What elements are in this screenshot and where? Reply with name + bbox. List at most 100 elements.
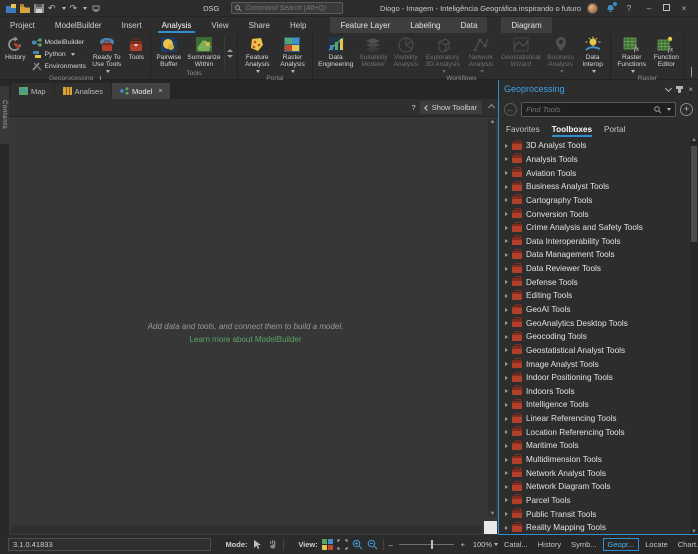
toolbar-collapse-button[interactable] <box>486 101 496 114</box>
modelbuilder-button[interactable]: ModelBuilder <box>29 36 90 48</box>
expand-arrow-icon[interactable] <box>505 321 508 325</box>
toolbox-item[interactable]: Reality Mapping Tools <box>499 521 698 534</box>
expand-arrow-icon[interactable] <box>505 185 508 189</box>
contents-pane-tab[interactable]: Contents <box>0 86 9 144</box>
user-avatar[interactable] <box>587 3 598 14</box>
pan-mode-icon[interactable] <box>267 539 278 550</box>
expand-arrow-icon[interactable] <box>505 498 508 502</box>
expand-arrow-icon[interactable] <box>505 212 508 216</box>
expand-arrow-icon[interactable] <box>505 362 508 366</box>
toolbox-item[interactable]: Maritime Tools <box>499 439 698 453</box>
show-toolbar-button[interactable]: Show Toolbar <box>420 101 482 114</box>
maximize-button[interactable] <box>663 4 670 13</box>
doc-tab-model[interactable]: Model × <box>112 83 171 99</box>
scroll-up-icon[interactable]: ▲ <box>691 138 697 143</box>
raster-analysis-button[interactable]: Raster Analysis <box>275 34 310 75</box>
ready-to-use-tools-button[interactable]: Ready To Use Tools <box>89 34 124 75</box>
scroll-down-icon[interactable]: ▼ <box>490 511 496 517</box>
toolbox-item[interactable]: Indoors Tools <box>499 385 698 399</box>
toolbox-item[interactable]: Image Analyst Tools <box>499 357 698 371</box>
redo-button[interactable]: ↷ <box>70 4 78 13</box>
new-project-icon[interactable] <box>6 4 16 13</box>
expand-arrow-icon[interactable] <box>505 444 508 448</box>
data-engineering-button[interactable]: Data Engineering <box>315 34 356 68</box>
exploratory-3d-dropdown-icon[interactable] <box>442 70 446 73</box>
feature-analysis-button[interactable]: Feature Analysis <box>240 34 275 75</box>
help-button[interactable]: ? <box>623 4 635 13</box>
open-project-icon[interactable] <box>20 4 30 13</box>
expand-arrow-icon[interactable] <box>505 335 508 339</box>
ready-to-use-dropdown-icon[interactable] <box>106 70 110 73</box>
toolbox-item[interactable]: Cartography Tools <box>499 194 698 208</box>
undo-button[interactable]: ↶ <box>48 4 56 13</box>
business-analysis-dropdown-icon[interactable] <box>560 70 564 73</box>
tab-view[interactable]: View <box>201 17 238 33</box>
ribbon-collapse-button[interactable] <box>685 68 698 79</box>
command-search-input[interactable] <box>245 5 339 12</box>
expand-arrow-icon[interactable] <box>505 294 508 298</box>
tab-insert[interactable]: Insert <box>112 17 152 33</box>
raster-analysis-dropdown-icon[interactable] <box>291 70 295 73</box>
minimize-button[interactable]: – <box>643 4 655 13</box>
expand-arrow-icon[interactable] <box>505 458 508 462</box>
toolbox-item[interactable]: Crime Analysis and Safety Tools <box>499 221 698 235</box>
zoom-slider-thumb[interactable] <box>431 540 433 549</box>
toolbox-item[interactable]: GeoAnalytics Desktop Tools <box>499 316 698 330</box>
summarize-within-button[interactable]: Summarize Within <box>184 34 223 68</box>
expand-arrow-icon[interactable] <box>505 430 508 434</box>
tab-help[interactable]: Help <box>280 17 316 33</box>
horizontal-scrollbar[interactable] <box>11 525 482 533</box>
tab-analysis[interactable]: Analysis <box>152 17 202 33</box>
geostatistical-wizard-button[interactable]: Geostatistical Wizard <box>498 34 544 68</box>
gallery-scroll-down-icon[interactable] <box>227 55 233 58</box>
tab-diagram[interactable]: Diagram <box>501 17 551 33</box>
tab-feature-layer[interactable]: Feature Layer <box>330 17 400 33</box>
model-help-button[interactable]: ? <box>412 103 416 112</box>
expand-arrow-icon[interactable] <box>505 280 508 284</box>
doc-tab-analises[interactable]: Analises <box>55 83 111 99</box>
scrollbar-thumb[interactable] <box>691 146 697 242</box>
toolbox-item[interactable]: Location Referencing Tools <box>499 425 698 439</box>
vertical-scrollbar[interactable]: ▲ ▼ <box>488 119 496 517</box>
gallery-scroll-up-icon[interactable] <box>227 49 233 52</box>
toolbox-item[interactable]: Aviation Tools <box>499 166 698 180</box>
expand-arrow-icon[interactable] <box>505 267 508 271</box>
expand-arrow-icon[interactable] <box>505 403 508 407</box>
undo-dropdown-icon[interactable] <box>62 7 66 10</box>
tab-toolboxes[interactable]: Toolboxes <box>552 121 592 138</box>
toolbox-item[interactable]: Data Management Tools <box>499 248 698 262</box>
save-icon[interactable] <box>34 4 44 13</box>
expand-arrow-icon[interactable] <box>505 485 508 489</box>
doc-tab-map[interactable]: Map <box>11 83 54 99</box>
zoom-minus-label[interactable]: – <box>389 540 393 549</box>
command-search-box[interactable] <box>231 2 343 14</box>
toolbox-item[interactable]: Defense Tools <box>499 275 698 289</box>
network-analysis-button[interactable]: Network Analysis <box>464 34 498 75</box>
business-analysis-button[interactable]: Business Analysis <box>544 34 578 75</box>
expand-arrow-icon[interactable] <box>505 198 508 202</box>
toolbox-item[interactable]: Network Analyst Tools <box>499 466 698 480</box>
expand-arrow-icon[interactable] <box>505 157 508 161</box>
zoom-percentage[interactable]: 100% <box>473 540 492 549</box>
toolbox-item[interactable]: Parcel Tools <box>499 494 698 508</box>
expand-arrow-icon[interactable] <box>505 239 508 243</box>
toolbox-item[interactable]: Indoor Positioning Tools <box>499 371 698 385</box>
tab-share[interactable]: Share <box>239 17 280 33</box>
toolbox-item[interactable]: Conversion Tools <box>499 207 698 221</box>
toolbox-item[interactable]: Intelligence Tools <box>499 398 698 412</box>
python-dropdown-icon[interactable] <box>71 53 75 56</box>
expand-arrow-icon[interactable] <box>505 171 508 175</box>
tab-project[interactable]: Project <box>0 17 45 33</box>
expand-arrow-icon[interactable] <box>505 512 508 516</box>
tab-modelbuilder[interactable]: ModelBuilder <box>45 17 112 33</box>
expand-arrow-icon[interactable] <box>505 389 508 393</box>
dock-tab-geoprocessing[interactable]: Geopr... <box>603 538 640 551</box>
toolbox-item[interactable]: Public Transit Tools <box>499 507 698 521</box>
pairwise-buffer-button[interactable]: Pairwise Buffer <box>153 34 184 68</box>
customize-toolbar-icon[interactable] <box>91 4 101 13</box>
toolbox-item[interactable]: GeoAI Tools <box>499 303 698 317</box>
toolbox-item[interactable]: Multidimension Tools <box>499 453 698 467</box>
toolbox-item[interactable]: Network Diagram Tools <box>499 480 698 494</box>
close-button[interactable]: × <box>678 4 690 13</box>
raster-functions-button[interactable]: fx Raster Functions <box>613 34 651 75</box>
